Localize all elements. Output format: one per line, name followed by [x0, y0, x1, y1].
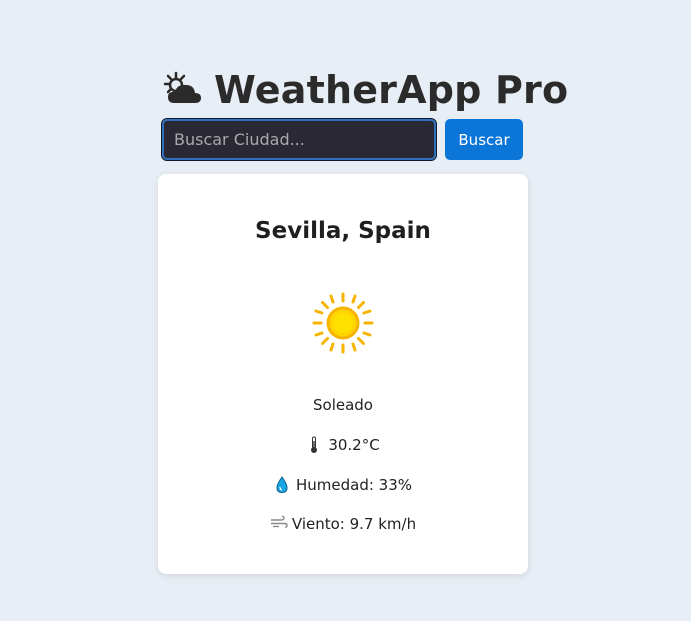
humidity-row: Humedad: 33% [158, 476, 528, 494]
app-title-text: WeatherApp Pro [214, 68, 569, 112]
wind-text: Viento: 9.7 km/h [291, 515, 417, 533]
temperature-row: 30.2°C [158, 436, 528, 454]
sun-icon [312, 292, 374, 354]
page-title: WeatherApp Pro [160, 64, 568, 116]
sun-behind-cloud-icon [160, 70, 204, 110]
weather-app: WeatherApp Pro Buscar Sevilla, Spain [0, 0, 691, 621]
search-input[interactable] [161, 118, 437, 161]
humidity-text: Humedad: 33% [295, 476, 413, 494]
weather-condition: Soleado [158, 396, 528, 414]
city-name: Sevilla, Spain [255, 218, 431, 244]
search-bar: Buscar [161, 118, 523, 161]
weather-card: Sevilla, Spain Soleado 30.2°C Humedad: 3… [158, 174, 528, 574]
wind-row: Viento: 9.7 km/h [158, 515, 528, 533]
temperature-text: 30.2°C [328, 436, 380, 454]
search-button[interactable]: Buscar [445, 119, 523, 160]
water-drop-icon [274, 476, 290, 494]
wind-icon [270, 515, 288, 533]
condition-text: Soleado [313, 396, 373, 414]
thermometer-icon [306, 436, 322, 454]
